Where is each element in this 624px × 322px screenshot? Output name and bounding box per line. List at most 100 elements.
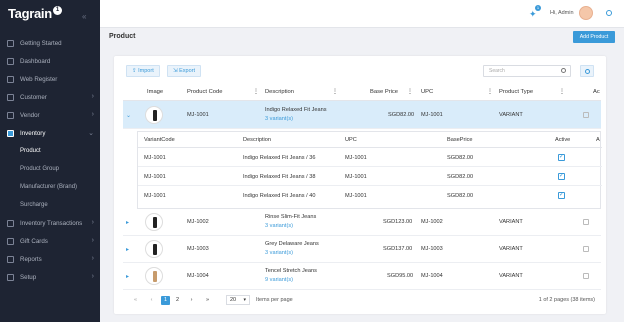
variant-row[interactable]: MJ-1001 Indigo Relaxed Fit Jeans / 38 MJ… — [138, 167, 602, 186]
product-type: VARIANT — [499, 219, 523, 225]
table-row[interactable]: ▸ MJ-1004 Tencel Stretch Jeans 9 variant… — [123, 263, 601, 290]
variant-code: MJ-1001 — [144, 174, 166, 180]
product-thumbnail — [145, 106, 163, 124]
col-product-type[interactable]: Product Type — [499, 84, 533, 101]
table-row[interactable]: ⌄ MJ-1001 Indigo Relaxed Fit Jeans 3 var… — [123, 101, 601, 129]
col-sep: ⋮ — [559, 89, 565, 95]
col-sep: ⋮ — [487, 89, 493, 95]
col-variant-actions[interactable]: A — [596, 137, 600, 143]
first-page-button[interactable]: « — [131, 296, 140, 305]
col-variant-description[interactable]: Description — [243, 137, 271, 143]
edit-icon[interactable] — [583, 246, 589, 252]
col-upc[interactable]: UPC — [421, 84, 433, 101]
col-description[interactable]: Description — [265, 84, 294, 101]
col-variant-code[interactable]: VariantCode — [144, 137, 175, 143]
expand-row-icon[interactable]: ▸ — [126, 273, 129, 280]
variant-count-link[interactable]: 9 variant(s) — [265, 277, 293, 283]
product-description: Indigo Relaxed Fit Jeans — [265, 107, 327, 113]
variant-row[interactable]: MJ-1001 Indigo Relaxed Fit Jeans / 40 MJ… — [138, 186, 602, 205]
product-thumbnail — [145, 213, 163, 231]
col-variant-baseprice[interactable]: BasePrice — [447, 137, 473, 143]
add-product-button[interactable]: Add Product — [573, 31, 615, 43]
sidebar-collapse-icon[interactable]: « — [82, 12, 86, 21]
page-size-select[interactable]: 20 ▾ — [226, 295, 250, 305]
chevron-right-icon: › — [91, 111, 94, 118]
product-type: VARIANT — [499, 246, 523, 252]
import-button[interactable]: ⇪ Import — [126, 65, 160, 77]
gear-icon — [585, 69, 590, 74]
col-product-code[interactable]: Product Code — [187, 84, 222, 101]
chevron-down-icon: ▾ — [243, 297, 246, 303]
search-input[interactable]: Search — [483, 65, 571, 77]
active-checkbox[interactable]: ✓ — [558, 173, 565, 180]
expand-row-icon[interactable]: ▸ — [126, 219, 129, 226]
rocket-icon — [7, 39, 14, 47]
sidebar-subitem-product[interactable]: Product — [0, 142, 100, 160]
sidebar-item-setup[interactable]: Setup › — [0, 268, 100, 286]
sidebar-item-inventory-transactions[interactable]: Inventory Transactions › — [0, 214, 100, 232]
export-button[interactable]: ⇲ Export — [167, 65, 202, 77]
active-checkbox[interactable]: ✓ — [558, 154, 565, 161]
sidebar-item-gift-cards[interactable]: Gift Cards › — [0, 232, 100, 250]
prev-page-button[interactable]: ‹ — [147, 296, 156, 305]
sidebar-subitem-surcharge[interactable]: Surcharge — [0, 196, 100, 214]
register-icon — [7, 75, 14, 83]
variant-row[interactable]: MJ-1001 Indigo Relaxed Fit Jeans / 36 MJ… — [138, 148, 602, 167]
variant-subgrid: VariantCode Description UPC BasePrice Ac… — [137, 131, 602, 209]
settings-icon[interactable] — [606, 10, 612, 16]
product-thumbnail — [145, 240, 163, 258]
grid-header: Image Product Code ⋮ Description ⋮ Base … — [123, 84, 601, 101]
chevron-right-icon: › — [91, 255, 94, 262]
chevron-right-icon: › — [91, 273, 94, 280]
sidebar-subitem-product-group[interactable]: Product Group — [0, 160, 100, 178]
sidebar-item-dashboard[interactable]: Dashboard — [0, 52, 100, 70]
col-actions[interactable]: Ac — [593, 84, 600, 101]
last-page-button[interactable]: » — [203, 296, 212, 305]
sidebar-item-web-register[interactable]: Web Register — [0, 70, 100, 88]
variant-upc: MJ-1001 — [345, 155, 367, 161]
table-row[interactable]: ▸ MJ-1003 Grey Delaware Jeans 3 variant(… — [123, 236, 601, 263]
expand-row-icon[interactable]: ▸ — [126, 246, 129, 253]
sidebar-item-inventory[interactable]: Inventory ⌄ — [0, 124, 100, 142]
variant-description: Indigo Relaxed Fit Jeans / 40 — [243, 193, 316, 199]
page-1-button[interactable]: 1 — [161, 296, 170, 305]
col-variant-upc[interactable]: UPC — [345, 137, 357, 143]
next-page-button[interactable]: › — [187, 296, 196, 305]
product-description: Tencel Stretch Jeans — [265, 268, 317, 274]
page-header: Product Add Product — [100, 28, 624, 48]
customer-icon — [7, 93, 14, 101]
sidebar-item-getting-started[interactable]: Getting Started — [0, 34, 100, 52]
variant-count-link[interactable]: 3 variant(s) — [265, 223, 293, 229]
product-type: VARIANT — [499, 112, 523, 118]
sidebar-item-reports[interactable]: Reports › — [0, 250, 100, 268]
variant-count-link[interactable]: 3 variant(s) — [265, 116, 293, 122]
avatar[interactable] — [579, 6, 593, 20]
variant-upc: MJ-1001 — [345, 174, 367, 180]
col-sep: ⋮ — [407, 89, 413, 95]
upc: MJ-1003 — [421, 246, 443, 252]
table-row[interactable]: ▸ MJ-1002 Rinse Slim-Fit Jeans 3 variant… — [123, 209, 601, 236]
page-2-button[interactable]: 2 — [173, 296, 182, 305]
base-price: SGD123.00 — [383, 219, 413, 225]
sidebar-subitem-manufacturer[interactable]: Manufacturer (Brand) — [0, 178, 100, 196]
col-image[interactable]: Image — [147, 84, 163, 101]
column-settings-button[interactable] — [580, 65, 594, 77]
active-checkbox[interactable]: ✓ — [558, 192, 565, 199]
user-greeting: Hi, Admin — [550, 10, 574, 16]
collapse-row-icon[interactable]: ⌄ — [126, 112, 131, 119]
variant-count-link[interactable]: 3 variant(s) — [265, 250, 293, 256]
variant-code: MJ-1001 — [144, 155, 166, 161]
vendor-icon — [7, 111, 14, 119]
sidebar-item-customer[interactable]: Customer › — [0, 88, 100, 106]
col-base-price[interactable]: Base Price — [370, 84, 398, 101]
edit-icon[interactable] — [583, 273, 589, 279]
variant-header: VariantCode Description UPC BasePrice Ac… — [138, 132, 602, 148]
col-variant-active[interactable]: Active — [555, 137, 570, 143]
upc: MJ-1001 — [421, 112, 443, 118]
edit-icon[interactable] — [583, 112, 589, 118]
variant-upc: MJ-1001 — [345, 193, 367, 199]
items-per-page-label: Items per page — [256, 297, 293, 303]
app-logo[interactable]: Tagrain 1 — [8, 6, 62, 21]
edit-icon[interactable] — [583, 219, 589, 225]
sidebar-item-vendor[interactable]: Vendor › — [0, 106, 100, 124]
